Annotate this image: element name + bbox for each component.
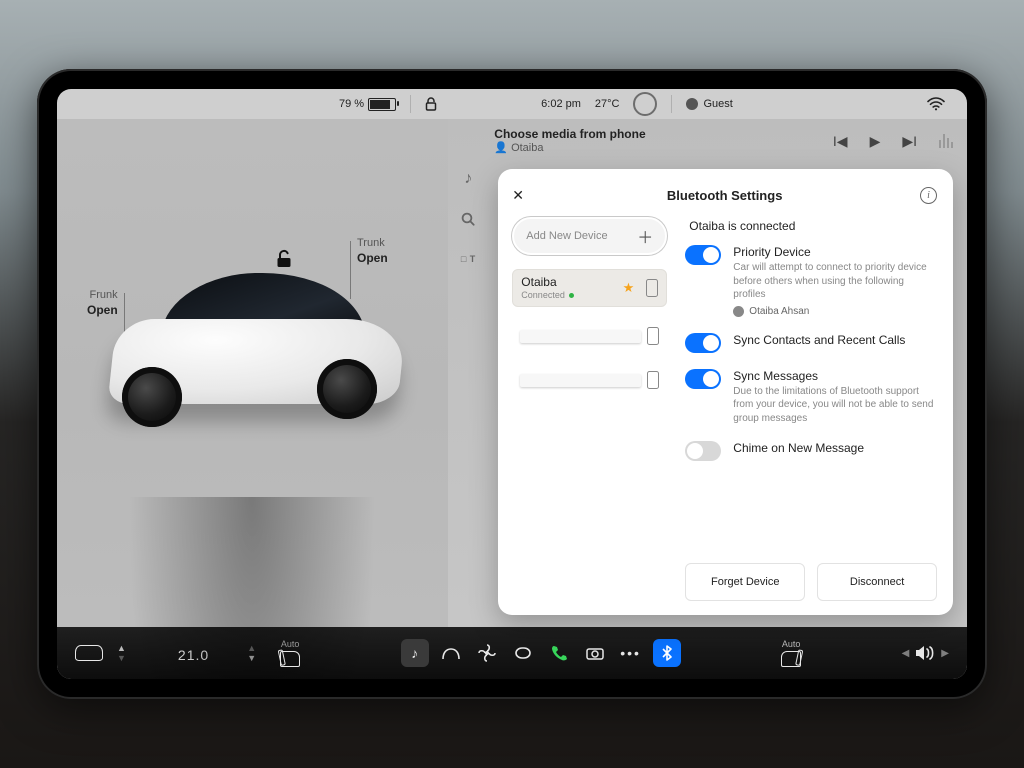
app-pane: Choose media from phone 👤 Otaiba I◀ ▶ ▶I…: [448, 119, 967, 627]
temp-down-icon[interactable]: ▲▼: [117, 643, 126, 663]
media-subtitle: 👤 Otaiba: [494, 142, 645, 155]
profile-name: Guest: [703, 98, 732, 110]
device-options: Otaiba is connected Priority Device Car …: [685, 217, 937, 601]
device-item-hidden-1[interactable]: [512, 321, 667, 351]
connected-heading: Otaiba is connected: [689, 219, 937, 233]
car-controls-icon[interactable]: [75, 645, 103, 661]
device-list: Add New Device ＋ Otaiba Connected: [512, 217, 667, 601]
prev-track-icon[interactable]: I◀: [833, 133, 848, 150]
priority-title: Priority Device: [733, 245, 937, 259]
priority-desc: Car will attempt to connect to priority …: [733, 261, 937, 302]
status-bar: 79 % 6:02 pm 27°C Guest: [57, 89, 967, 119]
messages-title: Sync Messages: [733, 369, 937, 383]
divider: [671, 95, 672, 113]
temp-up-icon[interactable]: ▲▼: [247, 643, 256, 663]
media-bar[interactable]: Choose media from phone 👤 Otaiba I◀ ▶ ▶I: [448, 119, 967, 163]
cabin-temp[interactable]: 21.0: [178, 640, 209, 666]
option-sync-contacts: Sync Contacts and Recent Calls: [685, 333, 937, 353]
wifi-icon[interactable]: [927, 97, 945, 111]
main-area: Frunk Open Trunk Open: [57, 119, 967, 627]
messages-toggle[interactable]: [685, 369, 721, 389]
modal-title: Bluetooth Settings: [512, 188, 937, 203]
phone-icon: [647, 371, 659, 389]
messages-desc: Due to the limitations of Bluetooth supp…: [733, 385, 937, 426]
lock-icon[interactable]: [425, 97, 437, 111]
phone-icon: [646, 279, 658, 297]
phone-app-icon[interactable]: [545, 639, 573, 667]
connected-dot-icon: [569, 293, 574, 298]
device-item-hidden-2[interactable]: [512, 365, 667, 395]
add-new-device-button[interactable]: Add New Device ＋: [512, 217, 667, 255]
priority-toggle[interactable]: [685, 245, 721, 265]
bluetooth-app-icon[interactable]: [653, 639, 681, 667]
app-rail: ♪ □ T: [448, 169, 488, 269]
option-priority-device: Priority Device Car will attempt to conn…: [685, 245, 937, 317]
chevron-left-icon[interactable]: ◀: [902, 648, 910, 659]
search-icon[interactable]: [460, 209, 476, 229]
forget-device-button[interactable]: Forget Device: [685, 563, 805, 601]
plus-icon: ＋: [637, 224, 653, 248]
speaker-icon: [915, 645, 935, 661]
camera-app-icon[interactable]: [581, 639, 609, 667]
play-icon[interactable]: ▶: [870, 133, 881, 150]
vehicle-pane: Frunk Open Trunk Open: [57, 119, 448, 627]
add-device-label: Add New Device: [526, 230, 607, 242]
music-note-icon[interactable]: ♪: [464, 169, 472, 189]
option-sync-messages: Sync Messages Due to the limitations of …: [685, 369, 937, 426]
priority-profile[interactable]: Otaiba Ahsan: [733, 306, 937, 317]
next-track-icon[interactable]: ▶I: [902, 133, 917, 150]
person-icon: [733, 306, 744, 317]
favorite-star-icon: ★: [623, 280, 635, 296]
driver-profile[interactable]: Guest: [686, 98, 732, 110]
phone-icon: [647, 327, 659, 345]
defrost-front-icon[interactable]: [437, 639, 465, 667]
chime-toggle[interactable]: [685, 441, 721, 461]
chime-title: Chime on New Message: [733, 441, 937, 455]
music-app-icon[interactable]: ♪: [401, 639, 429, 667]
display-bezel: 79 % 6:02 pm 27°C Guest: [37, 69, 987, 699]
sentry-icon[interactable]: [633, 92, 657, 116]
equalizer-icon[interactable]: [939, 134, 953, 148]
more-apps-icon[interactable]: •••: [617, 639, 645, 667]
direct-tune-icon[interactable]: □ T: [461, 249, 476, 269]
defrost-rear-icon[interactable]: [509, 639, 537, 667]
media-title: Choose media from phone: [494, 127, 645, 141]
contacts-toggle[interactable]: [685, 333, 721, 353]
outside-temp[interactable]: 27°C: [595, 98, 620, 110]
clock[interactable]: 6:02 pm: [541, 98, 581, 110]
disconnect-button[interactable]: Disconnect: [817, 563, 937, 601]
touchscreen: 79 % 6:02 pm 27°C Guest: [57, 89, 967, 679]
volume-control[interactable]: ◀ ▶: [902, 645, 949, 661]
device-item-otaiba[interactable]: Otaiba Connected ★: [512, 269, 667, 307]
bluetooth-settings-modal: ✕ Bluetooth Settings i Add New Device ＋: [498, 169, 953, 615]
battery-indicator[interactable]: 79 %: [339, 98, 396, 111]
battery-icon: [368, 98, 396, 111]
car-render[interactable]: [112, 259, 412, 439]
device-name: Otaiba: [521, 275, 574, 289]
seat-heater-passenger[interactable]: Auto: [781, 639, 801, 667]
bottom-dock: ▲▼ 21.0 ▲▼ Auto ♪ ••• Auto ◀ ▶: [57, 627, 967, 679]
option-chime: Chime on New Message: [685, 441, 937, 461]
contacts-title: Sync Contacts and Recent Calls: [733, 333, 937, 347]
fan-icon[interactable]: [473, 639, 501, 667]
divider: [410, 95, 411, 113]
chevron-right-icon[interactable]: ▶: [941, 648, 949, 659]
trunk-text: Trunk: [357, 237, 385, 249]
person-icon: [686, 98, 698, 110]
battery-percent: 79 %: [339, 98, 364, 110]
device-status: Connected: [521, 290, 565, 301]
seat-heater-driver[interactable]: Auto: [280, 639, 300, 667]
